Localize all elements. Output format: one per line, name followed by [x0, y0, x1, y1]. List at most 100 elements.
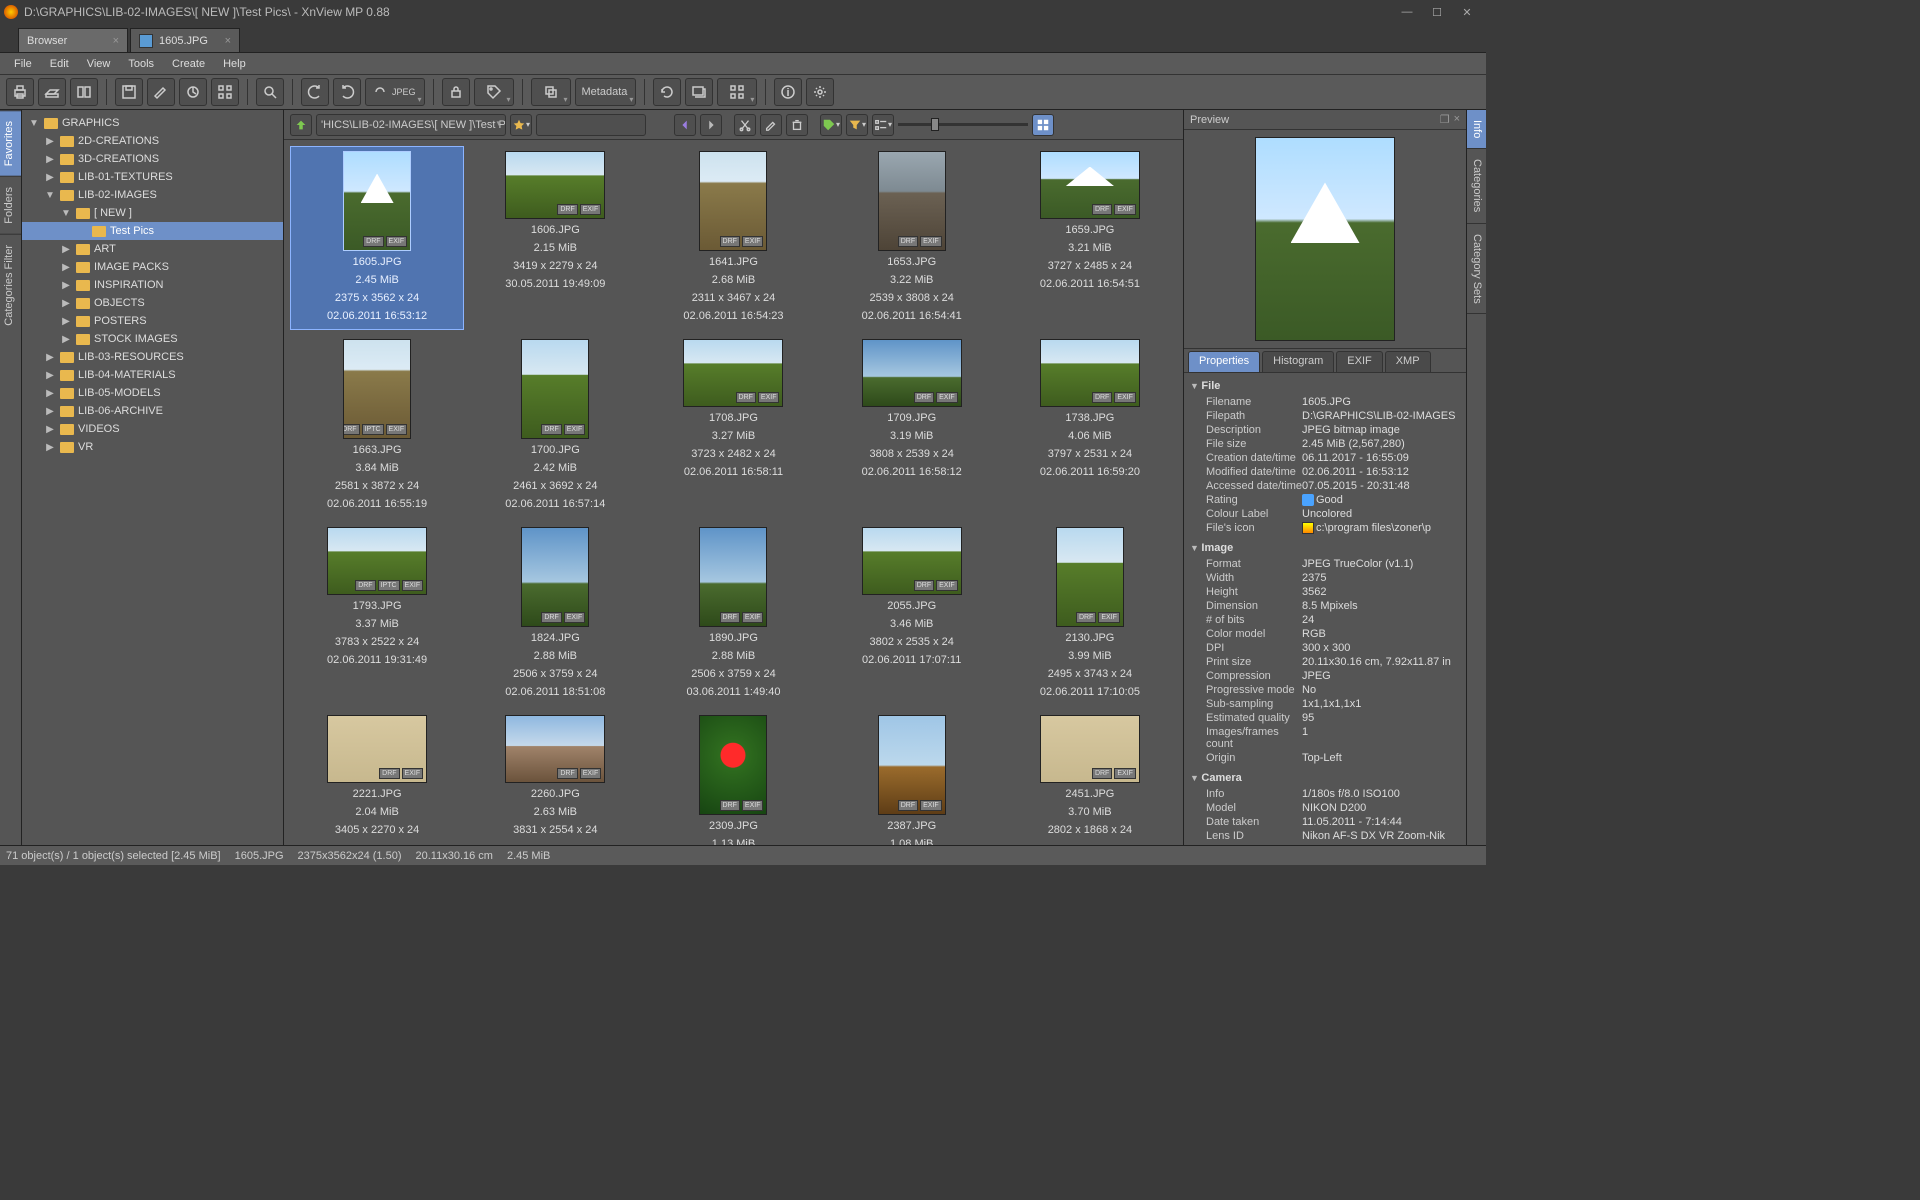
tree-item[interactable]: ▶LIB-03-RESOURCES	[22, 348, 283, 366]
undo-icon[interactable]	[301, 78, 329, 106]
thumbnail-cell[interactable]: DRFEXIF2260.JPG2.63 MiB3831 x 2554 x 24	[468, 710, 642, 845]
expand-icon[interactable]: ▶	[44, 406, 56, 417]
tab-histogram[interactable]: Histogram	[1262, 351, 1334, 372]
thumbnail-cell[interactable]: DRFEXIF2309.JPG1.13 MiB1866 x 2799 x 24	[646, 710, 820, 845]
tree-item[interactable]: ▼[ NEW ]	[22, 204, 283, 222]
expand-icon[interactable]: ▶	[60, 262, 72, 273]
menu-edit[interactable]: Edit	[42, 56, 77, 72]
filter-icon[interactable]: ▾	[846, 114, 868, 136]
tag-icon[interactable]: ▾	[474, 78, 514, 106]
favorite-star-icon[interactable]: ▾	[510, 114, 532, 136]
copy-to-icon[interactable]: ▾	[531, 78, 571, 106]
tree-item[interactable]: ▶VIDEOS	[22, 420, 283, 438]
thumbnail-cell[interactable]: DRFEXIF1653.JPG3.22 MiB2539 x 3808 x 240…	[825, 146, 999, 330]
search-icon[interactable]	[256, 78, 284, 106]
thumbnail-area[interactable]: DRFEXIF1605.JPG2.45 MiB2375 x 3562 x 240…	[284, 140, 1183, 845]
thumbnail-cell[interactable]: DRFEXIF2387.JPG1.08 MiB1707 x 2561 x 24	[825, 710, 999, 845]
edit-icon[interactable]	[760, 114, 782, 136]
expand-icon[interactable]: ▶	[44, 424, 56, 435]
refresh-icon[interactable]	[653, 78, 681, 106]
expand-icon[interactable]: ▼	[44, 190, 56, 201]
scan-icon[interactable]	[38, 78, 66, 106]
thumbnail-cell[interactable]: DRFEXIF1700.JPG2.42 MiB2461 x 3692 x 240…	[468, 334, 642, 518]
rsidetab-category-sets[interactable]: Category Sets	[1467, 224, 1486, 315]
thumbnail-cell[interactable]: DRFEXIF2130.JPG3.99 MiB2495 x 3743 x 240…	[1003, 522, 1177, 706]
about-icon[interactable]: i	[774, 78, 802, 106]
maximize-button[interactable]: ☐	[1422, 2, 1452, 22]
tab-exif[interactable]: EXIF	[1336, 351, 1382, 372]
tree-item[interactable]: ▶IMAGE PACKS	[22, 258, 283, 276]
expand-icon[interactable]: ▶	[60, 244, 72, 255]
thumbnail-cell[interactable]: DRFEXIF1708.JPG3.27 MiB3723 x 2482 x 240…	[646, 334, 820, 518]
tree-item[interactable]: ▶ART	[22, 240, 283, 258]
close-pane-icon[interactable]: ×	[1454, 113, 1460, 126]
thumbnail-cell[interactable]: DRFEXIF2055.JPG3.46 MiB3802 x 2535 x 240…	[825, 522, 999, 706]
metadata-button[interactable]: Metadata▾	[575, 78, 637, 106]
tree-item[interactable]: ▶LIB-05-MODELS	[22, 384, 283, 402]
expand-icon[interactable]: ▶	[60, 280, 72, 291]
thumbnail-cell[interactable]: DRFEXIF2221.JPG2.04 MiB3405 x 2270 x 24	[290, 710, 464, 845]
tree-item[interactable]: ▶VR	[22, 438, 283, 456]
properties-scroll[interactable]: FileFilename1605.JPGFilepathD:\GRAPHICS\…	[1184, 372, 1466, 845]
expand-icon[interactable]: ▼	[60, 208, 72, 219]
view-mode-icon[interactable]: ▾	[717, 78, 757, 106]
tree-item[interactable]: ▶INSPIRATION	[22, 276, 283, 294]
undock-icon[interactable]: ❐	[1440, 113, 1450, 126]
expand-icon[interactable]: ▶	[60, 334, 72, 345]
thumbnail-cell[interactable]: DRFEXIF1709.JPG3.19 MiB3808 x 2539 x 240…	[825, 334, 999, 518]
tab-xmp[interactable]: XMP	[1385, 351, 1431, 372]
section-title[interactable]: Camera	[1190, 769, 1460, 787]
expand-icon[interactable]: ▶	[44, 154, 56, 165]
contact-sheet-icon[interactable]	[211, 78, 239, 106]
expand-icon[interactable]: ▶	[44, 136, 56, 147]
tree-item[interactable]: ▼GRAPHICS	[22, 114, 283, 132]
section-title[interactable]: File	[1190, 377, 1460, 395]
quick-search-input[interactable]	[536, 114, 646, 136]
nav-forward-icon[interactable]	[700, 114, 722, 136]
layout-icon[interactable]	[1032, 114, 1054, 136]
tree-item[interactable]: Test Pics	[22, 222, 283, 240]
tree-item[interactable]: ▶LIB-01-TEXTURES	[22, 168, 283, 186]
thumbnail-zoom-slider[interactable]	[898, 114, 1028, 136]
tag-filter-icon[interactable]: ▾	[820, 114, 842, 136]
sort-icon[interactable]: ▾	[872, 114, 894, 136]
expand-icon[interactable]: ▶	[44, 172, 56, 183]
thumbnail-cell[interactable]: DRFEXIF2451.JPG3.70 MiB2802 x 1868 x 24	[1003, 710, 1177, 845]
tree-item[interactable]: ▶LIB-04-MATERIALS	[22, 366, 283, 384]
thumbnail-cell[interactable]: DRFEXIF1738.JPG4.06 MiB3797 x 2531 x 240…	[1003, 334, 1177, 518]
tab-image[interactable]: 1605.JPG ×	[130, 28, 240, 52]
jpeg-lossless-button[interactable]: JPEG▾	[365, 78, 425, 106]
nav-back-icon[interactable]	[674, 114, 696, 136]
menu-file[interactable]: File	[6, 56, 40, 72]
thumbnail-cell[interactable]: DRFEXIF1641.JPG2.68 MiB2311 x 3467 x 240…	[646, 146, 820, 330]
thumbnail-cell[interactable]: DRFIPTCEXIF1663.JPG3.84 MiB2581 x 3872 x…	[290, 334, 464, 518]
expand-icon[interactable]: ▶	[44, 370, 56, 381]
expand-icon[interactable]: ▶	[44, 388, 56, 399]
lock-icon[interactable]	[442, 78, 470, 106]
folder-tree[interactable]: ▼GRAPHICS▶2D-CREATIONS▶3D-CREATIONS▶LIB-…	[22, 110, 284, 845]
expand-icon[interactable]: ▶	[44, 352, 56, 363]
thumbnail-cell[interactable]: DRFEXIF1606.JPG2.15 MiB3419 x 2279 x 243…	[468, 146, 642, 330]
expand-icon[interactable]: ▶	[60, 298, 72, 309]
expand-icon[interactable]: ▶	[60, 316, 72, 327]
delete-icon[interactable]	[786, 114, 808, 136]
section-title[interactable]: Image	[1190, 539, 1460, 557]
thumbnail-cell[interactable]: DRFEXIF1824.JPG2.88 MiB2506 x 3759 x 240…	[468, 522, 642, 706]
tree-item[interactable]: ▶STOCK IMAGES	[22, 330, 283, 348]
thumbnail-cell[interactable]: DRFEXIF1659.JPG3.21 MiB3727 x 2485 x 240…	[1003, 146, 1177, 330]
menu-tools[interactable]: Tools	[120, 56, 162, 72]
minimize-button[interactable]: —	[1392, 2, 1422, 22]
rsidetab-categories[interactable]: Categories	[1467, 149, 1486, 223]
expand-icon[interactable]: ▼	[28, 118, 40, 129]
tree-item[interactable]: ▶2D-CREATIONS	[22, 132, 283, 150]
path-combobox[interactable]: 'HICS\LIB-02-IMAGES\[ NEW ]\Test Pics\▾	[316, 114, 506, 136]
rsidetab-info[interactable]: Info	[1467, 110, 1486, 149]
thumbnail-cell[interactable]: DRFEXIF1890.JPG2.88 MiB2506 x 3759 x 240…	[646, 522, 820, 706]
tree-item[interactable]: ▶POSTERS	[22, 312, 283, 330]
tab-close-icon[interactable]: ×	[113, 35, 119, 47]
thumbnail-cell[interactable]: DRFIPTCEXIF1793.JPG3.37 MiB3783 x 2522 x…	[290, 522, 464, 706]
tree-item[interactable]: ▶LIB-06-ARCHIVE	[22, 402, 283, 420]
compare-icon[interactable]	[70, 78, 98, 106]
batch-rename-icon[interactable]	[147, 78, 175, 106]
close-button[interactable]: ✕	[1452, 2, 1482, 22]
